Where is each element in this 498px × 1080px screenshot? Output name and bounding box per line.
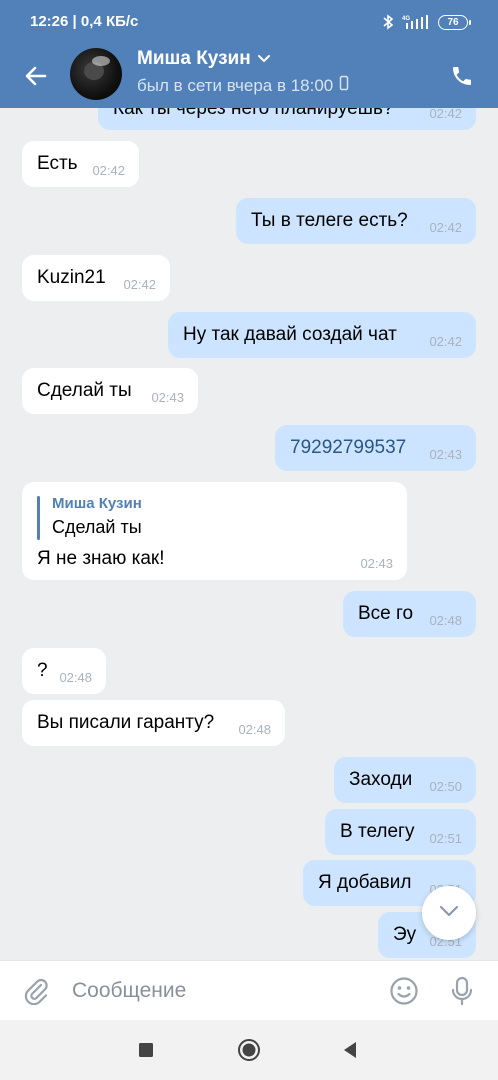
message-incoming-reply[interactable]: Миша Кузин Сделай ты Я не знаю как! 02:4… xyxy=(22,482,407,580)
message-text: Я добавил xyxy=(318,872,412,893)
message-incoming[interactable]: Есть 02:42 xyxy=(22,141,139,187)
message-text: Kuzin21 xyxy=(37,267,106,288)
message-time: 02:42 xyxy=(123,277,156,292)
back-arrow-icon[interactable] xyxy=(18,58,54,94)
message-time: 02:48 xyxy=(238,722,271,737)
message-composer xyxy=(0,960,498,1020)
message-time: 02:43 xyxy=(360,556,393,571)
message-text: Сделай ты xyxy=(37,380,132,401)
emoji-icon[interactable] xyxy=(386,973,422,1009)
status-time: 12:26 | 0,4 КБ/с xyxy=(30,13,139,30)
message-text: Ну так давай создай чат xyxy=(183,324,397,345)
phone-number-link[interactable]: 79292799537 xyxy=(290,437,406,459)
message-time: 02:43 xyxy=(429,447,462,462)
recent-apps-icon[interactable] xyxy=(130,1034,162,1066)
message-time: 02:48 xyxy=(59,670,92,685)
chevron-down-icon[interactable] xyxy=(257,48,271,70)
signal-icon: 4G xyxy=(402,14,430,30)
app-header: 12:26 | 0,4 КБ/с 4G 76 Миша Кузин был в … xyxy=(0,0,498,108)
battery-indicator: 76 xyxy=(438,14,471,30)
contact-status: был в сети вчера в 18:00 xyxy=(137,75,349,96)
message-time: 02:48 xyxy=(429,613,462,628)
phone-icon[interactable] xyxy=(444,58,480,94)
message-text: Заходи xyxy=(349,769,413,790)
mobile-device-icon xyxy=(339,75,349,96)
message-outgoing[interactable]: В телегу 02:51 xyxy=(325,809,476,855)
message-text: Как ты через него планируешь? xyxy=(113,108,394,119)
message-time: 02:42 xyxy=(429,334,462,349)
svg-text:4G: 4G xyxy=(402,16,410,22)
message-time: 02:42 xyxy=(92,163,125,178)
message-incoming[interactable]: Вы писали гаранту? 02:48 xyxy=(22,700,285,746)
message-input[interactable] xyxy=(72,973,362,1009)
message-incoming[interactable]: Сделай ты 02:43 xyxy=(22,368,198,414)
message-text: Все го xyxy=(358,603,414,624)
message-time: 02:43 xyxy=(151,390,184,405)
reply-author[interactable]: Миша Кузин xyxy=(52,495,142,512)
contact-avatar[interactable] xyxy=(70,48,122,100)
microphone-icon[interactable] xyxy=(444,973,480,1009)
message-text: В телегу xyxy=(340,821,415,842)
message-incoming[interactable]: ? 02:48 xyxy=(22,648,106,694)
scroll-to-bottom-button[interactable] xyxy=(422,886,476,940)
message-time: 02:51 xyxy=(429,831,462,846)
chat-toolbar: Миша Кузин был в сети вчера в 18:00 xyxy=(0,44,498,108)
message-outgoing[interactable]: 79292799537 02:43 xyxy=(275,425,476,471)
system-nav-bar xyxy=(0,1020,498,1080)
chevron-down-icon xyxy=(438,904,460,923)
message-text: Эу xyxy=(393,924,417,945)
message-outgoing[interactable]: Как ты через него планируешь? 02:42 xyxy=(98,108,476,130)
reply-quote-bar xyxy=(37,496,40,540)
message-time: 02:50 xyxy=(429,779,462,794)
bluetooth-icon xyxy=(382,14,394,30)
contact-name[interactable]: Миша Кузин xyxy=(137,48,271,70)
message-text: Вы писали гаранту? xyxy=(37,712,215,733)
paperclip-icon[interactable] xyxy=(18,973,54,1009)
status-icons: 4G 76 xyxy=(382,12,471,32)
message-text: Ты в телеге есть? xyxy=(251,210,408,231)
chat-history[interactable]: Как ты через него планируешь? 02:42 Есть… xyxy=(0,108,498,960)
status-bar: 12:26 | 0,4 КБ/с 4G 76 xyxy=(0,0,498,44)
message-text: Я не знаю как! xyxy=(37,548,165,569)
message-time: 02:42 xyxy=(429,108,462,121)
message-outgoing[interactable]: Все го 02:48 xyxy=(343,591,476,637)
reply-text[interactable]: Сделай ты xyxy=(52,517,142,538)
message-text: Есть xyxy=(37,153,78,174)
message-incoming[interactable]: Kuzin21 02:42 xyxy=(22,255,170,301)
message-outgoing[interactable]: Ну так давай создай чат 02:42 xyxy=(168,312,476,358)
message-time: 02:42 xyxy=(429,220,462,235)
message-outgoing[interactable]: Заходи 02:50 xyxy=(334,757,476,803)
home-icon[interactable] xyxy=(233,1034,265,1066)
message-outgoing[interactable]: Ты в телеге есть? 02:42 xyxy=(236,198,476,244)
message-text: ? xyxy=(37,660,48,681)
back-icon[interactable] xyxy=(334,1034,366,1066)
